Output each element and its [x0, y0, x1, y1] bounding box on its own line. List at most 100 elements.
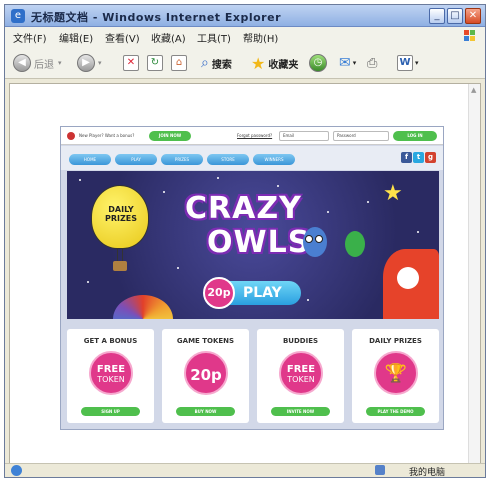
- googleplus-icon[interactable]: g: [425, 152, 436, 163]
- game-title-crazy: CRAZY: [185, 191, 302, 226]
- forgot-password-link[interactable]: Forgot password?: [237, 133, 272, 138]
- home-icon: ⌂: [171, 55, 187, 71]
- trophy-badge: 🏆: [374, 351, 418, 395]
- word-edit-icon: W: [397, 55, 413, 71]
- window-title: 无标题文档 - Windows Internet Explorer: [31, 11, 281, 24]
- maximize-button[interactable]: □: [447, 8, 463, 24]
- stop-button[interactable]: ✕: [123, 54, 139, 72]
- flag-icon: [67, 132, 75, 140]
- back-button[interactable]: ◀ 后退 ▾: [13, 54, 62, 72]
- refresh-icon: ↻: [147, 55, 163, 71]
- nav-store[interactable]: STORE: [207, 154, 249, 165]
- menu-edit[interactable]: 编辑(E): [59, 30, 93, 45]
- history-button[interactable]: ◷: [309, 54, 327, 72]
- mail-button[interactable]: ✉ ▾: [339, 54, 356, 72]
- search-label: 搜索: [211, 59, 232, 71]
- nav-play[interactable]: PLAY: [115, 154, 157, 165]
- game-title-owls: OWLS: [207, 225, 311, 260]
- mail-icon: ✉: [339, 55, 351, 71]
- menu-tools[interactable]: 工具(T): [197, 30, 231, 45]
- toolbar: ◀ 后退 ▾ ▶ ▾ ✕ ↻ ⌂ ⌕ 搜索 ★ 收藏夹 ◷ ✉ ▾ ⎙ W ▾: [5, 45, 485, 79]
- buy-now-button[interactable]: BUY NOW: [176, 407, 235, 416]
- close-button[interactable]: ✕: [465, 8, 481, 24]
- star-icon: ★: [383, 181, 403, 206]
- card-title: DAILY PRIZES: [369, 337, 422, 345]
- back-dropdown-icon: ▾: [58, 59, 62, 67]
- facebook-icon[interactable]: f: [401, 152, 412, 163]
- balloon-rope: [117, 249, 123, 261]
- page-viewport[interactable]: ▲ New Player? Want a bonus? JOIN NOW For…: [9, 83, 481, 465]
- join-now-button[interactable]: JOIN NOW: [149, 131, 191, 141]
- play-label[interactable]: PLAY: [243, 285, 282, 301]
- beach-ball: [113, 295, 173, 319]
- search-button[interactable]: ⌕ 搜索: [201, 54, 232, 72]
- menu-bar: 文件(F) 编辑(E) 查看(V) 收藏(A) 工具(T) 帮助(H): [5, 27, 485, 45]
- favorites-label: 收藏夹: [268, 59, 299, 71]
- vertical-scrollbar[interactable]: ▲: [468, 84, 480, 464]
- star-icon: ★: [251, 53, 266, 73]
- history-icon: ◷: [309, 54, 327, 72]
- stop-icon: ✕: [123, 55, 139, 71]
- password-field[interactable]: Password: [333, 131, 389, 141]
- website: New Player? Want a bonus? JOIN NOW Forgo…: [60, 126, 444, 430]
- menu-file[interactable]: 文件(F): [13, 30, 47, 45]
- free-token-badge: FREE TOKEN: [89, 351, 133, 395]
- print-button[interactable]: ⎙: [367, 54, 377, 72]
- invite-now-button[interactable]: INVITE NOW: [271, 407, 330, 416]
- balloon-basket: [113, 261, 127, 271]
- search-icon: ⌕: [201, 55, 209, 71]
- badge-amount: 20p: [190, 366, 222, 384]
- badge-bottom-text: TOKEN: [287, 375, 315, 384]
- forward-arrow-icon: ▶: [77, 54, 95, 72]
- forward-button[interactable]: ▶ ▾: [77, 54, 102, 72]
- site-nav: HOME PLAY PRIZES STORE WINNERS f t g: [61, 146, 443, 170]
- edit-button[interactable]: W ▾: [397, 54, 419, 72]
- play-price-badge[interactable]: 20p: [203, 277, 235, 309]
- play-demo-button[interactable]: PLAY THE DEMO: [366, 407, 425, 416]
- edit-dropdown-icon: ▾: [415, 59, 419, 67]
- computer-icon: [375, 465, 385, 475]
- token-price-badge: 20p: [184, 351, 228, 395]
- menu-help[interactable]: 帮助(H): [243, 30, 278, 45]
- trophy-icon: 🏆: [384, 363, 408, 384]
- new-player-text: New Player? Want a bonus?: [79, 133, 135, 138]
- menu-view[interactable]: 查看(V): [105, 30, 140, 45]
- promo-cards: GET A BONUS FREE TOKEN SIGN UP GAME TOKE…: [67, 329, 439, 425]
- hero-banner: DAILY PRIZES CRAZY OWLS ★ 20p PLAY: [67, 171, 439, 319]
- nav-home[interactable]: HOME: [69, 154, 111, 165]
- sign-up-button[interactable]: SIGN UP: [81, 407, 140, 416]
- twitter-icon[interactable]: t: [413, 152, 424, 163]
- print-icon: ⎙: [367, 55, 378, 71]
- card-title: BUDDIES: [282, 337, 319, 345]
- favorites-button[interactable]: ★ 收藏夹: [251, 53, 299, 73]
- nav-winners[interactable]: WINNERS: [253, 154, 295, 165]
- windows-logo-icon: [464, 30, 475, 41]
- mail-dropdown-icon: ▾: [352, 59, 357, 67]
- login-button[interactable]: LOG IN: [393, 131, 437, 141]
- card-daily-prizes: DAILY PRIZES 🏆 PLAY THE DEMO: [352, 329, 439, 423]
- badge-bottom-text: TOKEN: [97, 375, 125, 384]
- free-token-badge: FREE TOKEN: [279, 351, 323, 395]
- green-ball: [345, 231, 365, 257]
- forward-dropdown-icon: ▾: [98, 59, 102, 67]
- email-field[interactable]: Email: [279, 131, 329, 141]
- home-button[interactable]: ⌂: [171, 54, 187, 72]
- card-title: GET A BONUS: [83, 337, 138, 345]
- security-zone: 我的电脑: [408, 468, 445, 478]
- minimize-button[interactable]: _: [429, 8, 445, 24]
- fox-face: [397, 267, 419, 289]
- back-arrow-icon: ◀: [13, 54, 31, 72]
- scroll-up-icon[interactable]: ▲: [471, 86, 476, 94]
- page-status-icon: [11, 465, 22, 476]
- back-label: 后退: [34, 59, 54, 71]
- status-bar: 我的电脑: [5, 463, 485, 478]
- card-buddies: BUDDIES FREE TOKEN INVITE NOW: [257, 329, 344, 423]
- site-topbar: New Player? Want a bonus? JOIN NOW Forgo…: [61, 127, 443, 145]
- badge-top-text: FREE: [286, 364, 316, 375]
- refresh-button[interactable]: ↻: [147, 54, 163, 72]
- menu-favorites[interactable]: 收藏(A): [151, 30, 186, 45]
- window-controls: _ □ ✕: [429, 8, 481, 24]
- title-bar: e 无标题文档 - Windows Internet Explorer _ □ …: [5, 5, 485, 27]
- nav-prizes[interactable]: PRIZES: [161, 154, 203, 165]
- daily-prizes-balloon-text: DAILY PRIZES: [104, 205, 138, 223]
